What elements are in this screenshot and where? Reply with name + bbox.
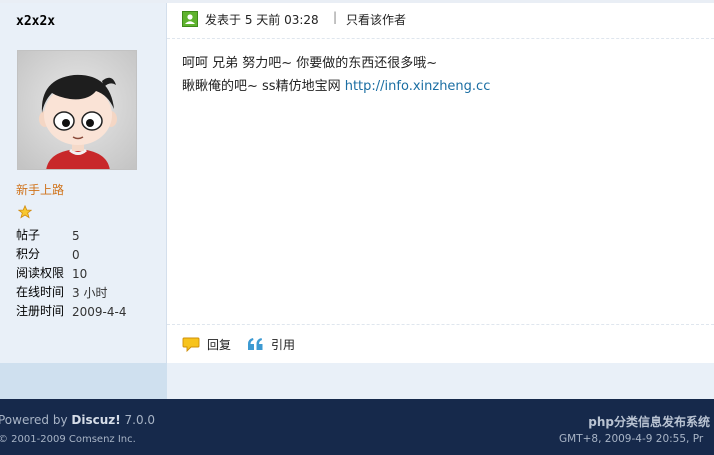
quote-button[interactable]: 引用 (247, 335, 295, 353)
stat-value: 0 (72, 248, 80, 262)
powered-brand-link[interactable]: Discuz! (71, 413, 120, 427)
avatar[interactable] (17, 50, 137, 170)
stat-read-permission: 阅读权限 10 (16, 264, 156, 283)
powered-prefix: Powered by (0, 413, 72, 427)
powered-version: 7.0.0 (120, 413, 156, 427)
stat-value: 3 小时 (72, 286, 108, 300)
stat-points: 积分 0 (16, 245, 156, 264)
post-link[interactable]: http://info.xinzheng.cc (345, 79, 491, 94)
header-separator: | (333, 10, 338, 24)
stat-label: 积分 (16, 247, 41, 261)
post-line-1: 呵呵 兄弟 努力吧~ 你要做的东西还很多哦~ (182, 56, 438, 71)
post-line-2-text: 瞅瞅俺的吧~ ss精仿地宝网 (182, 79, 345, 94)
stat-label: 注册时间 (16, 304, 65, 318)
username[interactable]: x2x2x (16, 14, 55, 29)
site-name-link[interactable]: php分类信息发布系统 (588, 413, 710, 430)
star-icon (17, 204, 33, 219)
user-info-panel: x2x2x 新手上路 帖子 5 积分 0 阅读权限 10 在线时间 3 小时 注… (0, 3, 167, 363)
stat-label: 在线时间 (16, 285, 65, 299)
stat-register-date: 注册时间 2009-4-4 (16, 302, 156, 321)
stat-value: 5 (72, 229, 80, 243)
footer: Powered by Discuz! 7.0.0 © 2001-2009 Com… (0, 399, 714, 455)
stat-value: 2009-4-4 (72, 305, 127, 319)
reply-label: 回复 (207, 337, 232, 352)
stat-posts: 帖子 5 (16, 226, 156, 245)
user-online-icon (182, 11, 198, 27)
stat-label: 阅读权限 (16, 266, 65, 280)
post-time: 发表于 5 天前 03:28 (205, 13, 319, 27)
actions-divider (167, 324, 714, 325)
post-line-2: 瞅瞅俺的吧~ ss精仿地宝网 http://info.xinzheng.cc (182, 75, 702, 98)
reply-icon (182, 337, 200, 352)
spacer-left (0, 363, 167, 399)
quote-label: 引用 (271, 337, 296, 352)
powered-by: Powered by Discuz! 7.0.0 (0, 413, 155, 427)
user-stats: 帖子 5 积分 0 阅读权限 10 在线时间 3 小时 注册时间 2009-4-… (16, 226, 156, 321)
copyright: © 2001-2009 Comsenz Inc. (0, 434, 136, 445)
post-content: 呵呵 兄弟 努力吧~ 你要做的东西还很多哦~ 瞅瞅俺的吧~ ss精仿地宝网 ht… (182, 52, 702, 98)
stat-value: 10 (72, 267, 88, 281)
server-time: GMT+8, 2009-4-9 20:55, Pr (559, 433, 704, 445)
reply-button[interactable]: 回复 (182, 335, 231, 353)
only-author-link[interactable]: 只看该作者 (346, 11, 406, 28)
quote-icon (248, 338, 263, 350)
stat-online-time: 在线时间 3 小时 (16, 283, 156, 302)
post-header: 发表于 5 天前 03:28 | 只看该作者 (167, 3, 714, 39)
stat-label: 帖子 (16, 228, 41, 242)
spacer-right (167, 363, 714, 399)
user-group: 新手上路 (16, 183, 65, 197)
